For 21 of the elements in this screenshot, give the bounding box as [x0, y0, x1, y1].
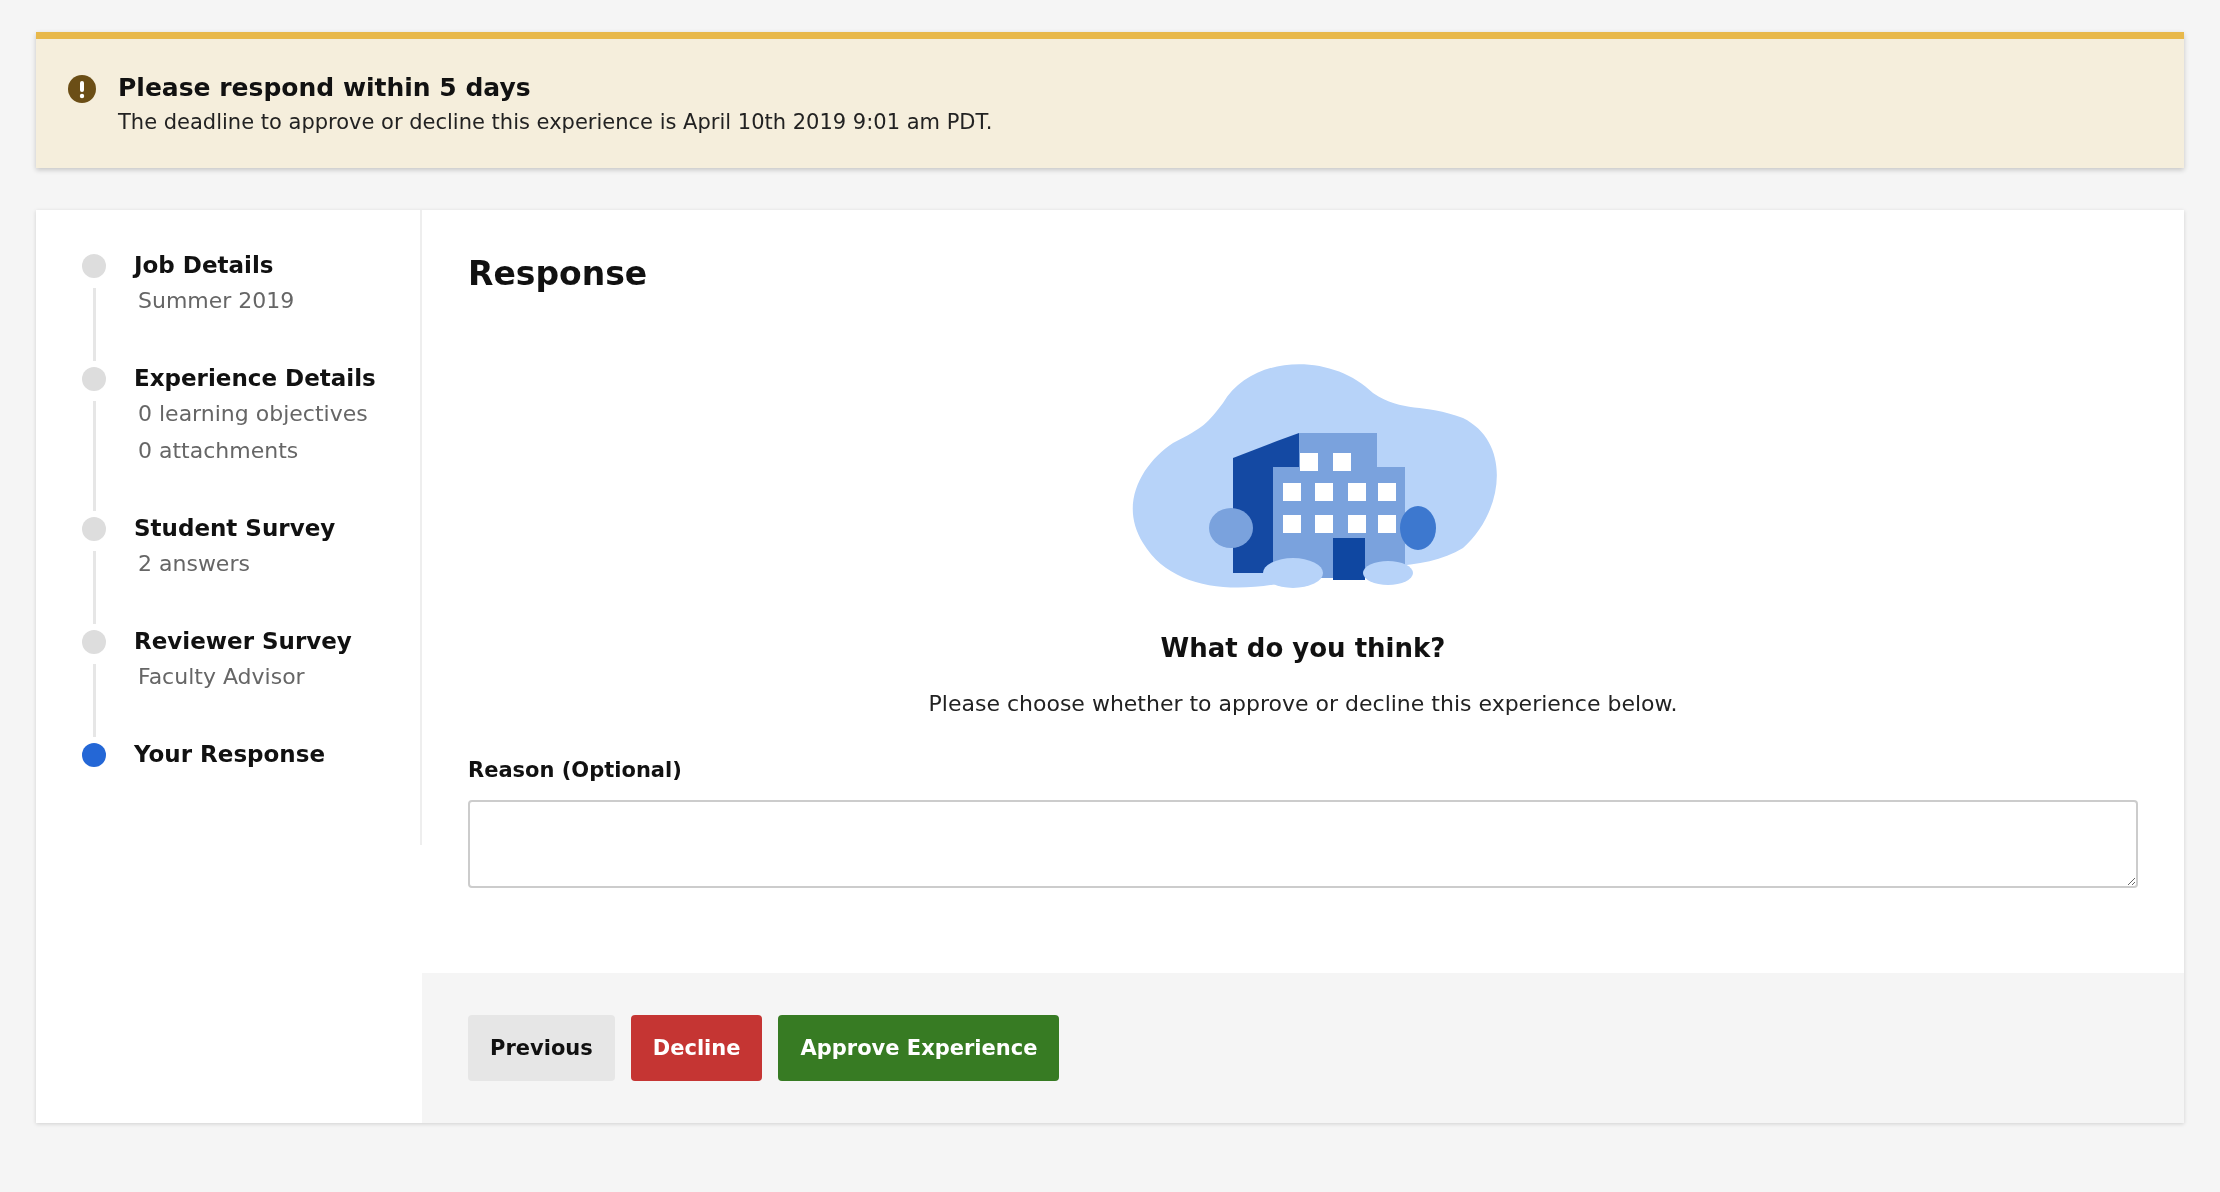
alert-message: The deadline to approve or decline this experience is April 10th 2019 9:01 am PDT.: [118, 110, 993, 134]
step-title[interactable]: Your Response: [134, 741, 325, 767]
response-heading: Response: [468, 254, 649, 293]
step-detail: Summer 2019: [138, 288, 295, 313]
previous-button[interactable]: Previous: [468, 1015, 615, 1081]
step-detail: Faculty Advisor: [138, 664, 306, 689]
step-detail: 0 learning objectives: [138, 401, 369, 426]
step-detail: 0 attachments: [138, 438, 300, 463]
step-title[interactable]: Job Details: [134, 252, 295, 278]
alert-title: Please respond within 5 days: [118, 73, 532, 102]
decline-button[interactable]: Decline: [630, 1015, 763, 1081]
step-title[interactable]: Student Survey: [134, 515, 336, 541]
step-title[interactable]: Reviewer Survey: [134, 628, 352, 654]
instructions-text: Please choose whether to approve or decline this experience below.: [927, 691, 1679, 716]
warning-icon: [68, 75, 96, 103]
step-detail: 2 answers: [138, 551, 251, 576]
step-title[interactable]: Experience Details: [134, 365, 376, 391]
reason-field[interactable]: [468, 800, 2138, 888]
reason-label: Reason (Optional): [468, 758, 682, 782]
approve-button[interactable]: Approve Experience: [778, 1015, 1060, 1081]
question-text: What do you think?: [1159, 633, 1447, 663]
